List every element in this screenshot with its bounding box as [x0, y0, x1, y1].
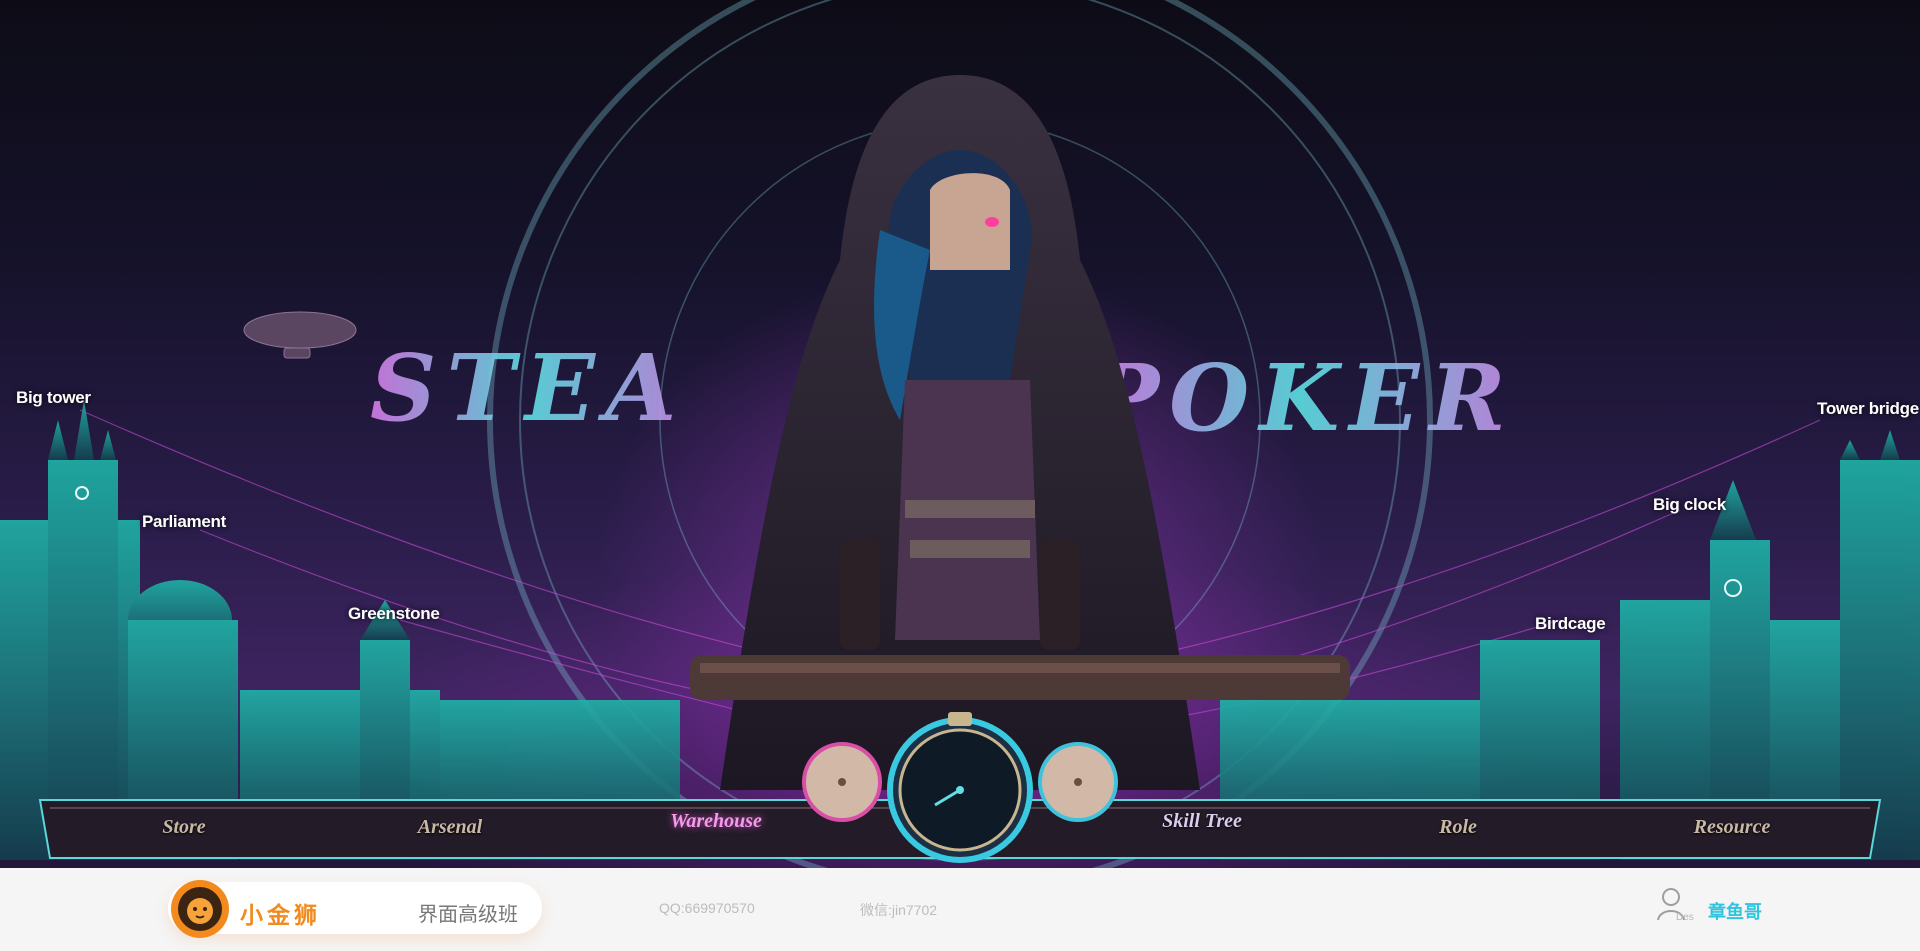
nav-arsenal[interactable]: Arsenal — [350, 809, 550, 845]
nav-store[interactable]: Store — [84, 809, 284, 845]
nav-resource[interactable]: Resource — [1632, 809, 1832, 845]
game-scene: STEA POKER Big tower Parliament Greensto… — [0, 0, 1920, 868]
nav-role[interactable]: Role — [1358, 809, 1558, 845]
location-birdcage[interactable]: Birdcage — [1535, 614, 1606, 634]
nav-skill-tree[interactable]: Skill Tree — [1102, 803, 1302, 839]
nav-warehouse[interactable]: Warehouse — [616, 803, 816, 839]
airship — [243, 311, 357, 359]
wechat-contact: 微信:jin7702 — [860, 902, 938, 918]
location-big-clock[interactable]: Big clock — [1653, 495, 1726, 515]
user-des-label: Des — [1676, 912, 1694, 923]
brand-name: 小金狮 — [240, 902, 321, 928]
logo-left: STEA — [370, 334, 686, 442]
location-parliament[interactable]: Parliament — [142, 512, 226, 532]
lion-logo-icon — [171, 880, 229, 938]
scene-artwork: STEA POKER — [0, 0, 1920, 868]
location-tower-bridge[interactable]: Tower bridge — [1817, 399, 1919, 419]
footer-bar: 小金狮 界面高级班 QQ:669970570 微信:jin7702 Des 章鱼… — [0, 868, 1920, 951]
location-greenstone[interactable]: Greenstone — [348, 604, 440, 624]
brand-badge[interactable]: 小金狮 界面高级班 — [168, 880, 542, 938]
qq-contact: QQ:669970570 — [659, 900, 755, 916]
user-name[interactable]: 章鱼哥 — [1708, 898, 1762, 924]
main-nav: Store Arsenal Warehouse Skill Tree Role … — [30, 795, 1880, 859]
logo-right: POKER — [1087, 344, 1516, 452]
left-skyline — [0, 400, 680, 860]
brand-subtitle: 界面高级班 — [418, 904, 518, 926]
location-big-tower[interactable]: Big tower — [16, 388, 91, 408]
